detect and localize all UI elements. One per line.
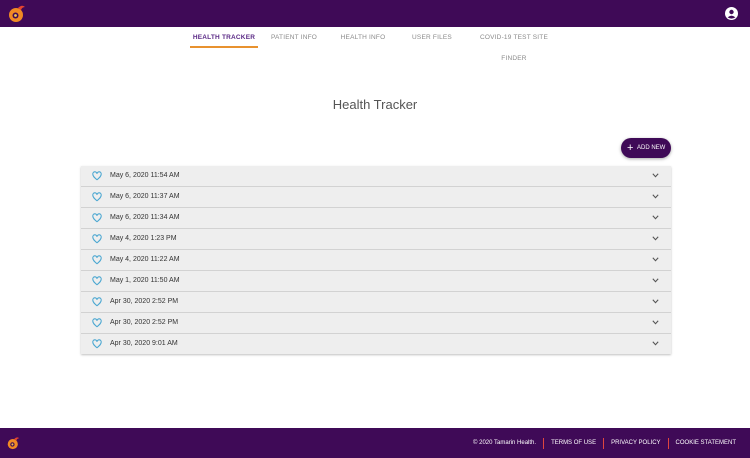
entry-date: May 1, 2020 11:50 AM	[110, 277, 180, 284]
terms-of-use-link[interactable]: TERMS OF USE	[543, 437, 603, 449]
tamarin-logo-icon[interactable]	[8, 4, 26, 23]
chevron-down-icon[interactable]	[652, 236, 659, 241]
chevron-down-icon[interactable]	[652, 278, 659, 283]
entry-date: Apr 30, 2020 2:52 PM	[110, 319, 179, 326]
chevron-down-icon[interactable]	[652, 173, 659, 178]
page-title: Health Tracker	[332, 97, 418, 112]
list-item[interactable]: May 6, 2020 11:37 AM	[81, 187, 671, 208]
health-entries-list: May 6, 2020 11:54 AM May 6, 2020 11:37 A…	[81, 166, 671, 354]
entry-date: Apr 30, 2020 9:01 AM	[110, 340, 178, 347]
tab-user-files[interactable]: USER FILES	[403, 27, 461, 48]
footer-links: © 2020 Tamarin Health. TERMS OF USE PRIV…	[466, 428, 743, 458]
heart-outline-icon	[92, 255, 102, 265]
add-new-label: ADD NEW	[637, 145, 666, 151]
entry-date: May 6, 2020 11:54 AM	[110, 172, 180, 179]
account-circle-icon[interactable]	[725, 7, 738, 20]
entry-date: May 4, 2020 11:22 AM	[110, 256, 180, 263]
tab-covid-test-site-finder[interactable]: COVID-19 TEST SITE FINDER	[467, 27, 561, 62]
tab-patient-info[interactable]: PATIENT INFO	[263, 27, 325, 48]
heart-outline-icon	[92, 171, 102, 181]
heart-outline-icon	[92, 213, 102, 223]
heart-outline-icon	[92, 276, 102, 286]
chevron-down-icon[interactable]	[652, 341, 659, 346]
heart-outline-icon	[92, 297, 102, 307]
plus-icon: +	[627, 142, 634, 154]
top-app-bar	[0, 0, 750, 27]
privacy-policy-link[interactable]: PRIVACY POLICY	[603, 437, 667, 449]
list-item[interactable]: Apr 30, 2020 9:01 AM	[81, 334, 671, 354]
main-tabs: HEALTH TRACKER PATIENT INFO HEALTH INFO …	[0, 27, 750, 62]
chevron-down-icon[interactable]	[652, 194, 659, 199]
entry-date: May 6, 2020 11:37 AM	[110, 193, 180, 200]
list-item[interactable]: May 1, 2020 11:50 AM	[81, 271, 671, 292]
tamarin-logo-icon	[7, 437, 20, 450]
heart-outline-icon	[92, 234, 102, 244]
entry-date: May 6, 2020 11:34 AM	[110, 214, 180, 221]
heart-outline-icon	[92, 192, 102, 202]
heart-outline-icon	[92, 339, 102, 349]
chevron-down-icon[interactable]	[652, 215, 659, 220]
list-item[interactable]: Apr 30, 2020 2:52 PM	[81, 313, 671, 334]
add-new-button[interactable]: + ADD NEW	[621, 138, 671, 158]
list-item[interactable]: May 6, 2020 11:54 AM	[81, 166, 671, 187]
entry-date: May 4, 2020 1:23 PM	[110, 235, 177, 242]
entry-date: Apr 30, 2020 2:52 PM	[110, 298, 179, 305]
list-item[interactable]: Apr 30, 2020 2:52 PM	[81, 292, 671, 313]
list-item[interactable]: May 4, 2020 1:23 PM	[81, 229, 671, 250]
chevron-down-icon[interactable]	[652, 299, 659, 304]
chevron-down-icon[interactable]	[652, 257, 659, 262]
chevron-down-icon[interactable]	[652, 320, 659, 325]
list-item[interactable]: May 6, 2020 11:34 AM	[81, 208, 671, 229]
copyright-text: © 2020 Tamarin Health.	[473, 439, 537, 446]
tab-health-info[interactable]: HEALTH INFO	[333, 27, 393, 48]
heart-outline-icon	[92, 318, 102, 328]
footer: © 2020 Tamarin Health. TERMS OF USE PRIV…	[0, 428, 750, 458]
cookie-statement-link[interactable]: COOKIE STATEMENT	[667, 437, 743, 449]
list-item[interactable]: May 4, 2020 11:22 AM	[81, 250, 671, 271]
tab-health-tracker[interactable]: HEALTH TRACKER	[190, 27, 258, 48]
